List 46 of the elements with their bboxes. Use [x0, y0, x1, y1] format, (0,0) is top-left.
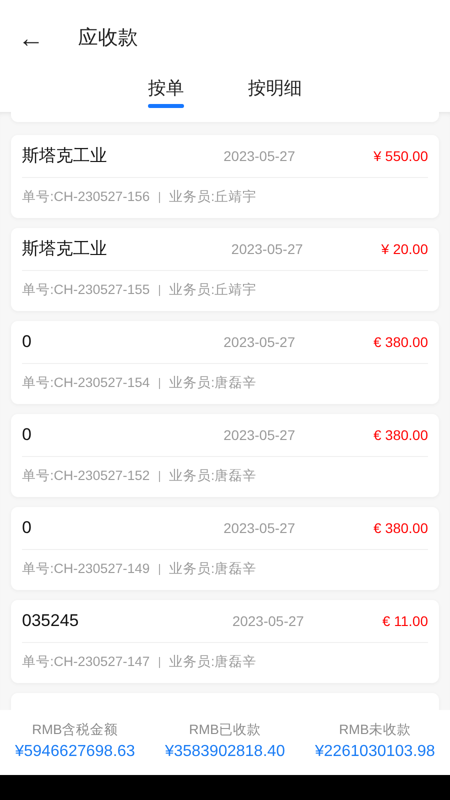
order-number: 单号:CH-230527-156 [22, 188, 150, 206]
order-number: 单号:CH-230527-155 [22, 281, 150, 300]
order-card[interactable]: 0 2023-05-27 € 380.00 单号:CH-230527-149 业务员:唐磊辛 [11, 507, 439, 590]
customer-name: 斯塔克工业 [22, 238, 107, 260]
summary-label: RMB含税金额 [32, 721, 118, 739]
order-date: 2023-05-27 [224, 332, 296, 352]
page-title: 应收款 [78, 26, 138, 50]
order-amount: ¥ 550.00 [374, 146, 428, 166]
tab[interactable]: 按明细 [248, 75, 302, 108]
back-button[interactable]: ← [18, 24, 44, 50]
summary-value: ¥5946627698.63 [14, 742, 136, 762]
salesperson: 业务员:唐磊辛 [168, 560, 257, 578]
salesperson: 业务员:唐磊辛 [168, 467, 257, 486]
tab[interactable]: 按单 [148, 75, 184, 108]
order-number: 单号:CH-230527-154 [22, 374, 150, 392]
order-amount: € 380.00 [374, 518, 428, 538]
order-date: 2023-05-27 [231, 240, 304, 258]
order-date: 2023-05-27 [224, 518, 296, 538]
order-number: 单号:CH-230527-147 [22, 653, 150, 672]
customer-name: 0 [22, 424, 32, 446]
customer-name: 0 [22, 517, 32, 540]
order-number: 单号:CH-230527-149 [22, 560, 150, 578]
order-card[interactable]: 斯塔克工业 2023-05-27 ¥ 20.00 单号:CH-230527-155 业务员:丘靖宇 [11, 228, 439, 311]
customer-name: 斯塔克工业 [22, 145, 107, 168]
order-amount: € 380.00 [374, 332, 428, 352]
salesperson: 业务员:丘靖宇 [168, 281, 257, 300]
order-card[interactable]: 0 2023-05-27 € 380.00 单号:CH-230527-152 业务员:唐磊辛 [11, 414, 439, 497]
order-card[interactable]: 斯塔克工业 2023-05-27 ¥ 550.00 单号:CH-230527-156 业务员:丘靖宇 [11, 135, 439, 218]
salesperson: 业务员:丘靖宇 [168, 188, 257, 206]
customer-name: 0 [22, 331, 32, 354]
customer-name: 035245 [22, 610, 79, 632]
summary-value: ¥2261030103.98 [314, 742, 436, 762]
order-date: 2023-05-27 [224, 426, 296, 444]
order-number: 单号:CH-230527-152 [22, 467, 150, 486]
order-amount: € 11.00 [382, 612, 428, 630]
summary-value: ¥3583902818.40 [164, 742, 286, 762]
salesperson: 业务员:唐磊辛 [168, 653, 257, 672]
order-date: 2023-05-27 [232, 612, 305, 630]
summary-label: RMB未收款 [339, 721, 411, 739]
order-card[interactable]: 0 2023-05-27 € 380.00 单号:CH-230527-154 业务员:唐磊辛 [11, 321, 439, 404]
salesperson: 业务员:唐磊辛 [168, 374, 257, 392]
order-date: 2023-05-27 [224, 146, 296, 166]
order-amount: ¥ 20.00 [381, 240, 428, 258]
summary-label: RMB已收款 [189, 721, 261, 739]
order-amount: € 380.00 [374, 426, 428, 444]
order-card[interactable]: 035245 2023-05-27 € 11.00 单号:CH-230527-147 业务员:唐磊辛 [11, 600, 439, 683]
